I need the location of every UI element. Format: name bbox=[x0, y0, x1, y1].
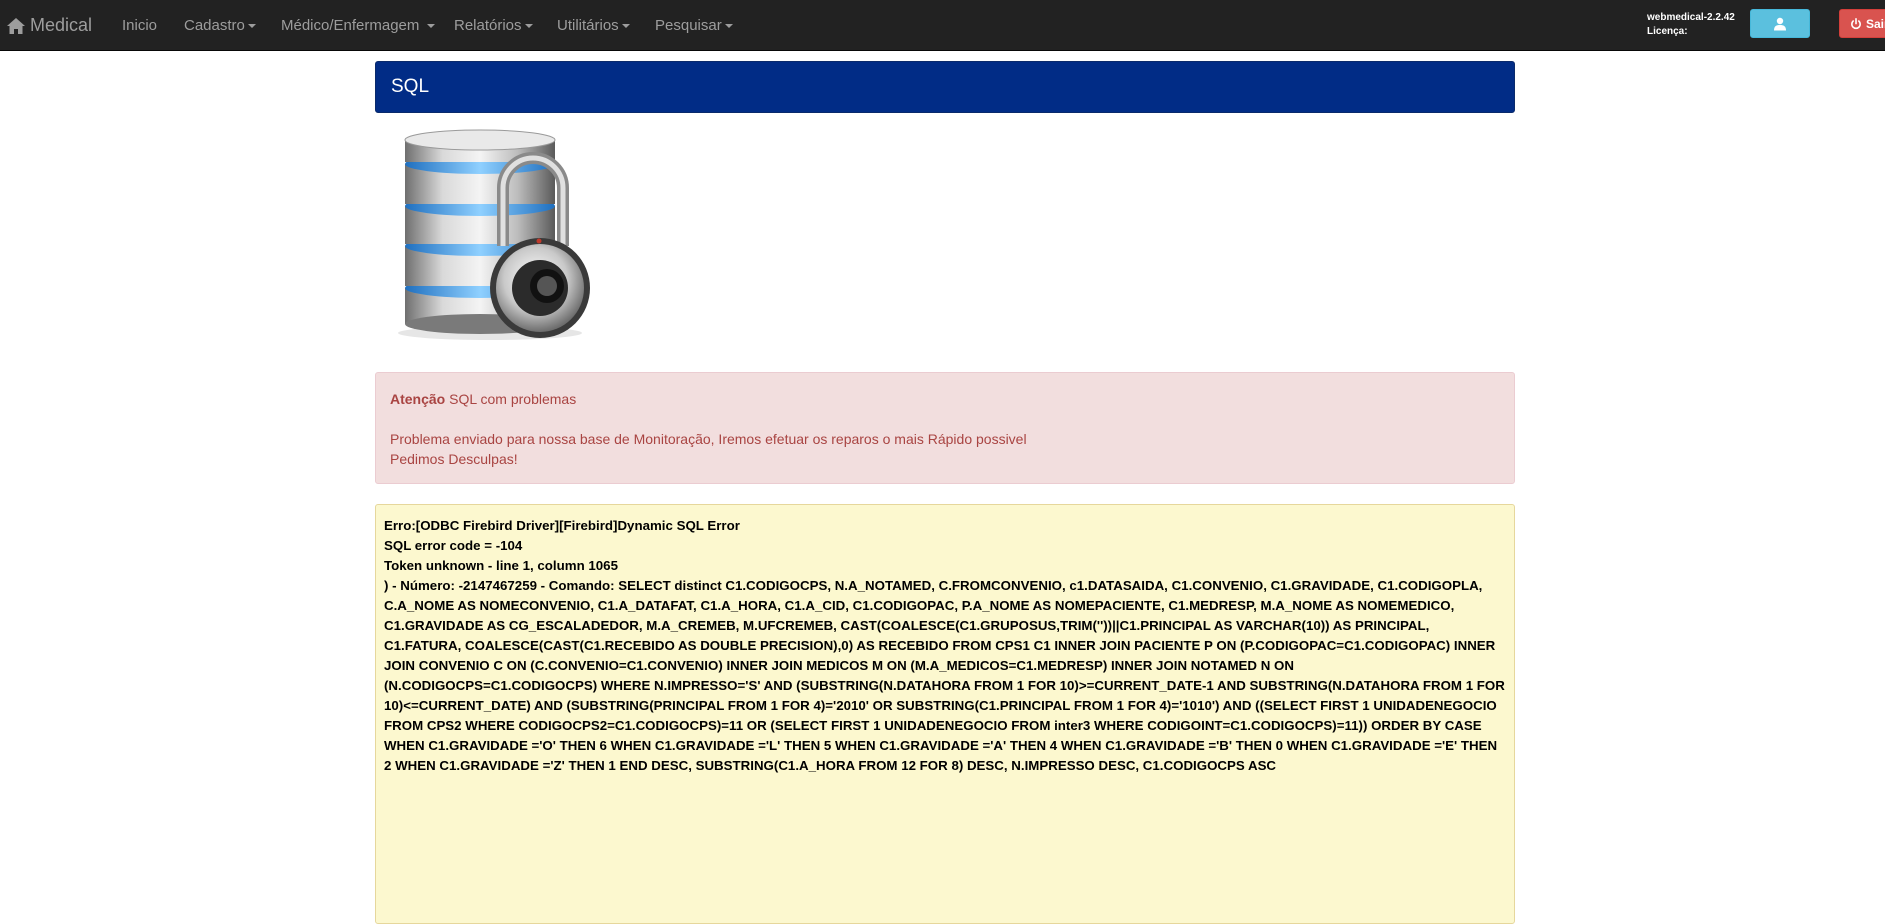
sql-error-alert: Atenção SQL com problemas Problema envia… bbox=[375, 372, 1515, 484]
caret-down-icon bbox=[524, 23, 533, 28]
alert-heading-line: Atenção SQL com problemas bbox=[390, 389, 1500, 409]
brand-link[interactable]: Medical bbox=[6, 0, 92, 51]
logout-button[interactable]: Sair bbox=[1839, 9, 1885, 38]
nav-utilitarios-dropdown[interactable]: Utilitários bbox=[557, 0, 630, 51]
alert-strong: Atenção bbox=[390, 391, 446, 407]
alert-message: SQL com problemas bbox=[445, 391, 577, 407]
alert-line2: Problema enviado para nossa base de Moni… bbox=[390, 431, 1027, 447]
nav-cadastro-label: Cadastro bbox=[184, 17, 245, 34]
user-icon bbox=[1774, 17, 1786, 30]
nav-inicio-label: Inicio bbox=[122, 17, 158, 34]
brand-label: Medical bbox=[30, 15, 93, 35]
logout-label: Sair bbox=[1866, 16, 1885, 31]
nav-utilitarios-label: Utilitários bbox=[557, 17, 619, 34]
nav-pesquisar-label: Pesquisar bbox=[655, 17, 722, 34]
error-line3: Token unknown - line 1, column 1065 bbox=[384, 558, 618, 573]
page-title: SQL bbox=[391, 76, 430, 97]
license-label: Licença: bbox=[1647, 26, 1688, 37]
error-detail: ) - Número: -2147467259 - Comando: SELEC… bbox=[384, 578, 1505, 773]
error-details-box: Erro:[ODBC Firebird Driver][Firebird]Dyn… bbox=[375, 504, 1515, 924]
nav-relatorios-label: Relatórios bbox=[454, 17, 522, 34]
database-lock-image bbox=[398, 129, 590, 340]
alert-line3: Pedimos Desculpas! bbox=[390, 451, 518, 467]
caret-down-icon bbox=[621, 23, 630, 28]
nav-inicio[interactable]: Inicio bbox=[122, 0, 157, 51]
power-icon bbox=[1851, 17, 1861, 29]
version-label: webmedical-2.2.42 bbox=[1647, 12, 1735, 23]
nav-medico-enfermagem-label: Médico/Enfermagem bbox=[281, 17, 420, 34]
error-line2: SQL error code = -104 bbox=[384, 538, 523, 553]
nav-relatorios-dropdown[interactable]: Relatórios bbox=[454, 0, 533, 51]
panel-heading: SQL bbox=[375, 61, 1515, 113]
caret-down-icon bbox=[426, 23, 435, 28]
nav-cadastro-dropdown[interactable]: Cadastro bbox=[184, 0, 256, 51]
caret-down-icon bbox=[247, 23, 256, 28]
nav-medico-enfermagem-dropdown[interactable]: Médico/Enfermagem bbox=[281, 0, 435, 51]
user-button[interactable] bbox=[1750, 9, 1810, 38]
home-icon bbox=[7, 17, 25, 34]
error-line1: Erro:[ODBC Firebird Driver][Firebird]Dyn… bbox=[384, 518, 740, 533]
version-info: webmedical-2.2.42 Licença: bbox=[1647, 11, 1735, 39]
top-navbar: Medical Inicio Cadastro Médico/Enfermage… bbox=[0, 0, 1885, 51]
caret-down-icon bbox=[724, 23, 733, 28]
nav-pesquisar-dropdown[interactable]: Pesquisar bbox=[655, 0, 733, 51]
